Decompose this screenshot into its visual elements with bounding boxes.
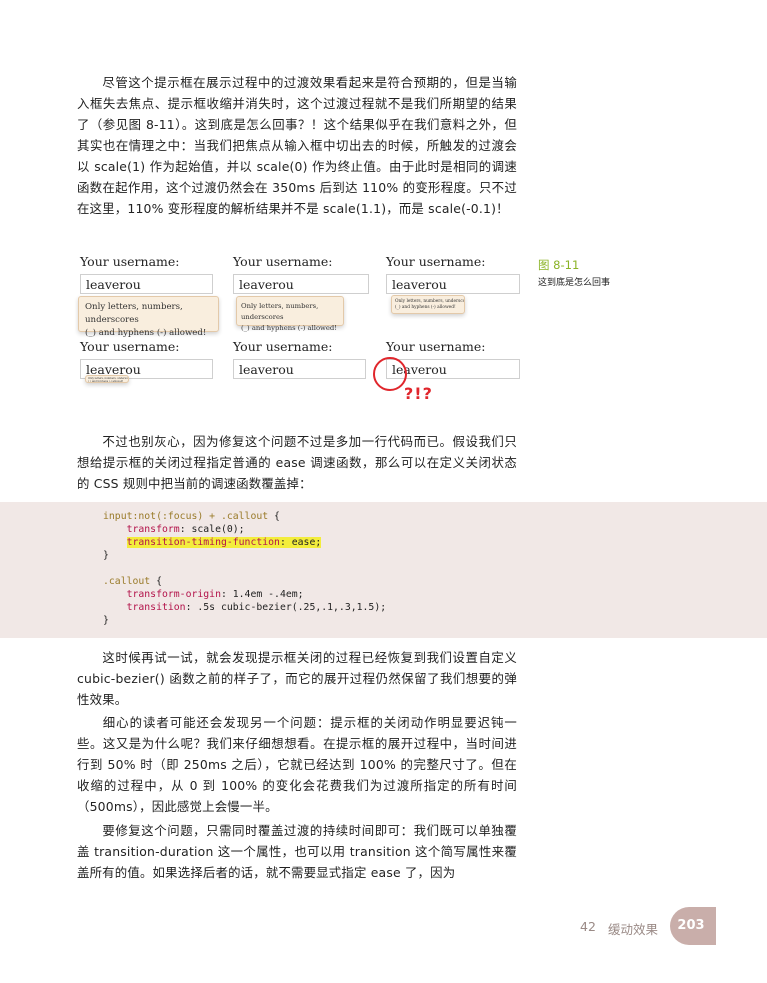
code-line-1: input:not(:focus) + .callout { <box>103 510 280 523</box>
code-brace: { <box>150 576 162 587</box>
body-paragraph-2: 不过也别灰心，因为修复这个问题不过是多加一行代码而已。假设我们只想给提示框的关闭… <box>77 431 517 494</box>
paragraph-text: 不过也别灰心，因为修复这个问题不过是多加一行代码而已。假设我们只想给提示框的关闭… <box>77 434 517 491</box>
body-paragraph-1: 尽管这个提示框在展示过程中的过渡效果看起来是符合预期的，但是当输入框失去焦点、提… <box>77 72 517 219</box>
callout-small: Only letters, numbers, underscores (_) a… <box>391 295 465 314</box>
field-label: Your username: <box>386 254 486 269</box>
code-line-8: } <box>103 615 109 626</box>
paragraph-text: 这时候再试一试，就会发现提示框关闭的过程已经恢复到我们设置自定义 cubic-b… <box>77 650 517 707</box>
code-line-3: transition-timing-function: ease; <box>103 536 322 549</box>
username-input: leaverou <box>386 274 520 294</box>
username-input: leaverou <box>80 274 213 294</box>
callout-text-line: Only letters, numbers, underscores <box>85 302 183 325</box>
chapter-number: 42 <box>580 919 596 934</box>
page-number-badge: 203 <box>670 907 716 945</box>
body-paragraph-3: 这时候再试一试，就会发现提示框关闭的过程已经恢复到我们设置自定义 cubic-b… <box>77 647 517 710</box>
code-line-7: transition: .5s cubic-bezier(.25,.1,.3,1… <box>103 601 387 614</box>
code-property: transition <box>126 602 186 613</box>
code-brace: { <box>268 511 280 522</box>
figure-number: 图 8-11 <box>538 258 580 272</box>
field-label: Your username: <box>80 254 180 269</box>
code-line-2: transform: scale(0); <box>103 523 245 536</box>
callout-text-line: Only letters, numbers, underscores <box>241 302 319 321</box>
body-paragraph-5: 要修复这个问题，只需同时覆盖过渡的持续时间即可：我们既可以单独覆盖 transi… <box>77 820 517 883</box>
code-line-5: .callout { <box>103 575 162 588</box>
field-label: Your username: <box>233 339 333 354</box>
code-block: input:not(:focus) + .callout { transform… <box>0 502 767 638</box>
code-selector: input:not(:focus) + .callout <box>103 511 269 522</box>
code-property: transform-origin <box>126 589 221 600</box>
username-input: leaverou <box>233 274 369 294</box>
callout-medium: Only letters, numbers, underscores (_) a… <box>236 296 344 332</box>
paragraph-text: 细心的读者可能还会发现另一个问题：提示框的关闭动作明显要迟钝一些。这又是为什么呢… <box>77 715 517 814</box>
code-line-4: } <box>103 550 109 561</box>
code-property-highlighted: transition-timing-function <box>126 537 280 548</box>
callout-full: Only letters, numbers, underscores (_) a… <box>78 296 219 338</box>
code-value: : 1.4em -.4em; <box>220 589 304 600</box>
code-value-highlighted: : ease; <box>279 537 322 548</box>
paragraph-text: 尽管这个提示框在展示过程中的过渡效果看起来是符合预期的，但是当输入框失去焦点、提… <box>77 75 517 216</box>
field-label: Your username: <box>233 254 333 269</box>
surprise-mark: ?!? <box>404 384 433 403</box>
figure-8-11: Your username: leaverou Only letters, nu… <box>77 250 520 410</box>
code-line-6: transform-origin: 1.4em -.4em; <box>103 588 304 601</box>
callout-text-line: (_) and hyphens (-) allowed! <box>395 305 456 310</box>
callout-tiny: Only letters, numbers, underscores (_) a… <box>85 375 129 383</box>
chapter-title: 缓动效果 <box>608 922 659 937</box>
code-property: transform <box>126 524 180 535</box>
highlight-circle-icon <box>373 357 407 391</box>
field-label: Your username: <box>80 339 180 354</box>
username-input: leaverou <box>233 359 366 379</box>
code-selector: .callout <box>103 576 151 587</box>
code-value: : scale(0); <box>179 524 245 535</box>
paragraph-text: 要修复这个问题，只需同时覆盖过渡的持续时间即可：我们既可以单独覆盖 transi… <box>77 823 517 880</box>
callout-text-line: (_) and hyphens (-) allowed! <box>241 324 337 332</box>
body-paragraph-4: 细心的读者可能还会发现另一个问题：提示框的关闭动作明显要迟钝一些。这又是为什么呢… <box>77 712 517 817</box>
callout-text-line: (_) and hyphens (-) allowed! <box>88 380 124 383</box>
field-label: Your username: <box>386 339 486 354</box>
figure-caption: 这到底是怎么回事 <box>538 278 611 288</box>
code-value: : .5s cubic-bezier(.25,.1,.3,1.5); <box>185 602 387 613</box>
